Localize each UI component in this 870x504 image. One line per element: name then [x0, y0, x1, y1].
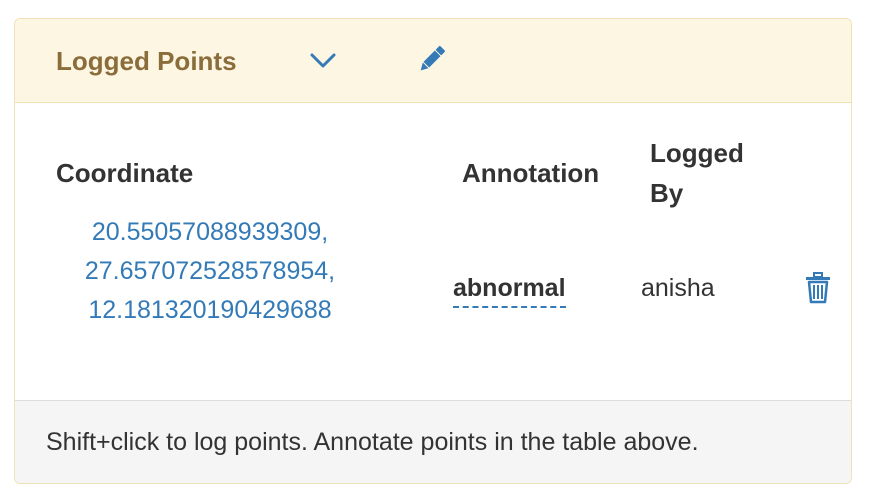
coordinate-link-y[interactable]: 27.657072528578954,: [85, 257, 335, 285]
coordinate-link-x[interactable]: 20.55057088939309,: [92, 218, 328, 246]
chevron-down-icon[interactable]: [309, 49, 337, 71]
coordinate-cell: 20.55057088939309, 27.657072528578954, 1…: [45, 213, 375, 330]
panel-title: Logged Points: [56, 46, 237, 76]
coordinate-link-z[interactable]: 12.181320190429688: [88, 296, 331, 324]
column-header-logged-by: Logged By: [650, 138, 744, 208]
column-header-coordinate: Coordinate: [56, 158, 194, 188]
trash-icon[interactable]: [804, 272, 832, 304]
logged-by-value: anisha: [641, 274, 715, 302]
column-header-annotation: Annotation: [462, 158, 600, 188]
panel-footer: Shift+click to log points. Annotate poin…: [15, 400, 851, 483]
pencil-icon[interactable]: [415, 42, 449, 76]
logged-points-panel: Logged Points Coordinate Annotation Logg…: [14, 18, 852, 484]
help-text: Shift+click to log points. Annotate poin…: [46, 428, 699, 456]
panel-header: Logged Points: [15, 19, 851, 103]
annotation-editable[interactable]: abnormal: [453, 271, 566, 308]
